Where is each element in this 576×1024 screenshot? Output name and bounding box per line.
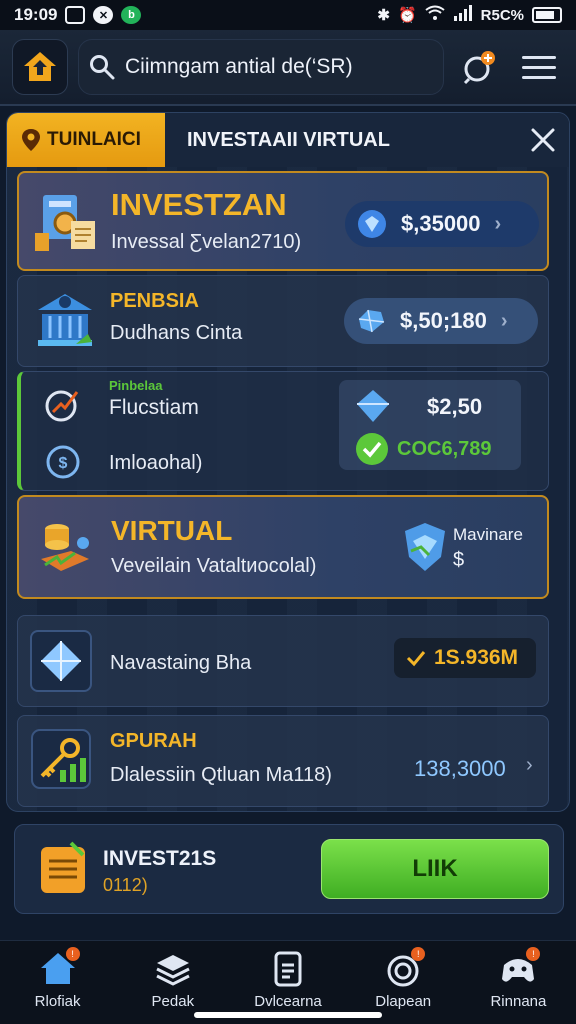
- row-title: GPURAH: [110, 730, 197, 752]
- check-icon: [406, 651, 426, 667]
- wifi-icon: [425, 5, 445, 25]
- panel-tabs: TUINLAICI INVESTAAII VIRTUAL: [7, 113, 569, 167]
- cta-title: INVEST21S: [103, 847, 217, 870]
- list-item-investzan[interactable]: INVESTZAN Invessal Ƹvelan2710) $,35000 ›: [17, 171, 549, 271]
- notification-icon: [463, 51, 495, 85]
- row-value-2: $: [453, 549, 465, 571]
- location-pin-icon: [22, 129, 40, 151]
- row-title: PENBSIA: [110, 290, 199, 312]
- row-value: $,35000: [401, 211, 481, 236]
- battery-icon: [532, 7, 562, 23]
- list-item-gpurah[interactable]: GPURAH Dlalessiin Qtluan Ma118) 138,3000…: [17, 715, 549, 807]
- row-value[interactable]: 138,3000: [414, 756, 506, 782]
- tab-investaaii-virtual[interactable]: INVESTAAII VIRTUAL: [165, 113, 515, 167]
- nav-label: Rlofiak: [34, 993, 81, 1010]
- row-subtitle: Invessal Ƹvelan2710): [111, 231, 302, 253]
- chevron-right-icon[interactable]: ›: [526, 754, 533, 777]
- nav-item-rinnana[interactable]: ! Rinnana: [461, 941, 576, 1024]
- close-icon: [531, 128, 555, 152]
- value-pill[interactable]: $,50;180 ›: [344, 298, 538, 344]
- row-title: VIRTUAL: [111, 515, 233, 546]
- row-value: $,50;180: [400, 308, 487, 333]
- menu-button[interactable]: [514, 42, 564, 92]
- row-title: INVESTZAN: [111, 187, 287, 222]
- search-input[interactable]: [125, 55, 433, 79]
- badge: !: [65, 947, 80, 961]
- home-indicator[interactable]: [194, 1012, 382, 1018]
- x-icon: ✕: [93, 6, 114, 24]
- list-item-flucstiam[interactable]: $ Pinbelaa Flucstiam Imloaohal) $2,50 CO…: [17, 371, 549, 491]
- row-subtitle: Dlalessiin Qtluan Ma118): [110, 764, 332, 786]
- row-value: 1S.936M: [434, 646, 519, 669]
- row-subtitle: Navastaing Bha: [110, 652, 252, 674]
- menu-icon-line: [522, 65, 556, 69]
- crystal-icon: [358, 309, 385, 333]
- svg-text:$: $: [59, 455, 68, 472]
- gem-icon: [358, 210, 386, 238]
- coins-icon: [41, 524, 89, 571]
- bluetooth-icon: ✱: [377, 7, 390, 24]
- value-box[interactable]: 1S.936M: [394, 638, 536, 678]
- row-subtitle: Imloaohal): [109, 452, 203, 474]
- image-icon: [65, 6, 86, 24]
- nav-item-home[interactable]: ! Rlofiak: [0, 941, 115, 1024]
- nav-label: Dlapean: [375, 993, 432, 1010]
- chart-icon: [45, 390, 79, 422]
- tab-active-label: TUINLAICI: [47, 129, 141, 150]
- notification-button[interactable]: [454, 42, 504, 92]
- alarm-icon: ⏰: [397, 7, 417, 24]
- invest-cta-card: INVEST21S 0112) LIIK: [14, 824, 564, 914]
- top-bar: [0, 30, 576, 106]
- battery-text: R5C%: [480, 6, 524, 24]
- diamond-icon: [41, 641, 81, 681]
- row-subtitle: Veveilain Vataltиocolal): [111, 555, 317, 577]
- notepad-icon: [41, 841, 85, 893]
- investment-papers-icon: [35, 195, 95, 251]
- brand-icon: b: [121, 6, 142, 24]
- value-pill[interactable]: $,35000 ›: [345, 201, 539, 247]
- cta-subtitle: 0112): [103, 875, 148, 895]
- list-item-penbsia[interactable]: PENBSIA Dudhans Cinta $,50;180 ›: [17, 275, 549, 367]
- close-button[interactable]: [515, 113, 569, 167]
- search-icon: [90, 55, 115, 80]
- investment-panel: TUINLAICI INVESTAAII VIRTUAL INVESTZAN I…: [6, 112, 570, 812]
- shield-icon: [405, 523, 445, 571]
- search-bar[interactable]: [78, 39, 444, 95]
- value-group[interactable]: $2,50 COC6,789: [339, 380, 521, 470]
- tab-tuinlaici[interactable]: TUINLAICI: [7, 113, 165, 167]
- bank-icon: [38, 294, 92, 346]
- chevron-right-icon: ›: [494, 212, 502, 235]
- row-tag: Pinbelaa: [109, 378, 163, 393]
- nav-label: Pedak: [151, 993, 195, 1010]
- list-item-navastaing[interactable]: Navastaing Bha 1S.936M: [17, 615, 549, 707]
- key-growth-icon: [31, 729, 91, 789]
- check-shield-icon: [356, 433, 388, 465]
- diamond-icon-tile: [30, 630, 92, 692]
- status-bar: 19:09 ✕ b ✱ ⏰ R5C%: [0, 0, 576, 30]
- home-button[interactable]: [12, 39, 68, 95]
- row-title: Flucstiam: [109, 396, 199, 419]
- layers-icon: [156, 955, 190, 986]
- nav-label: Dvlcearna: [254, 993, 322, 1010]
- chevron-right-icon: ›: [500, 309, 508, 332]
- row-subtitle: Dudhans Cinta: [110, 322, 243, 344]
- card-icon: [274, 951, 302, 987]
- list-item-virtual[interactable]: VIRTUAL Veveilain Vataltиocolal) Mavinar…: [17, 495, 549, 599]
- home-icon: [24, 52, 56, 81]
- diamond-icon: [357, 390, 389, 422]
- row-value-2: COC6,789: [397, 438, 492, 460]
- row-value: Mavinare: [453, 525, 523, 544]
- nav-label: Rinnana: [490, 993, 547, 1010]
- clock: 19:09: [14, 5, 58, 24]
- row-value: $2,50: [427, 394, 483, 419]
- link-button[interactable]: LIIK: [321, 839, 549, 899]
- dollar-coin-icon: $: [46, 445, 80, 479]
- menu-icon-line: [522, 75, 556, 79]
- signal-icon: [453, 5, 473, 25]
- menu-icon-line: [522, 55, 556, 59]
